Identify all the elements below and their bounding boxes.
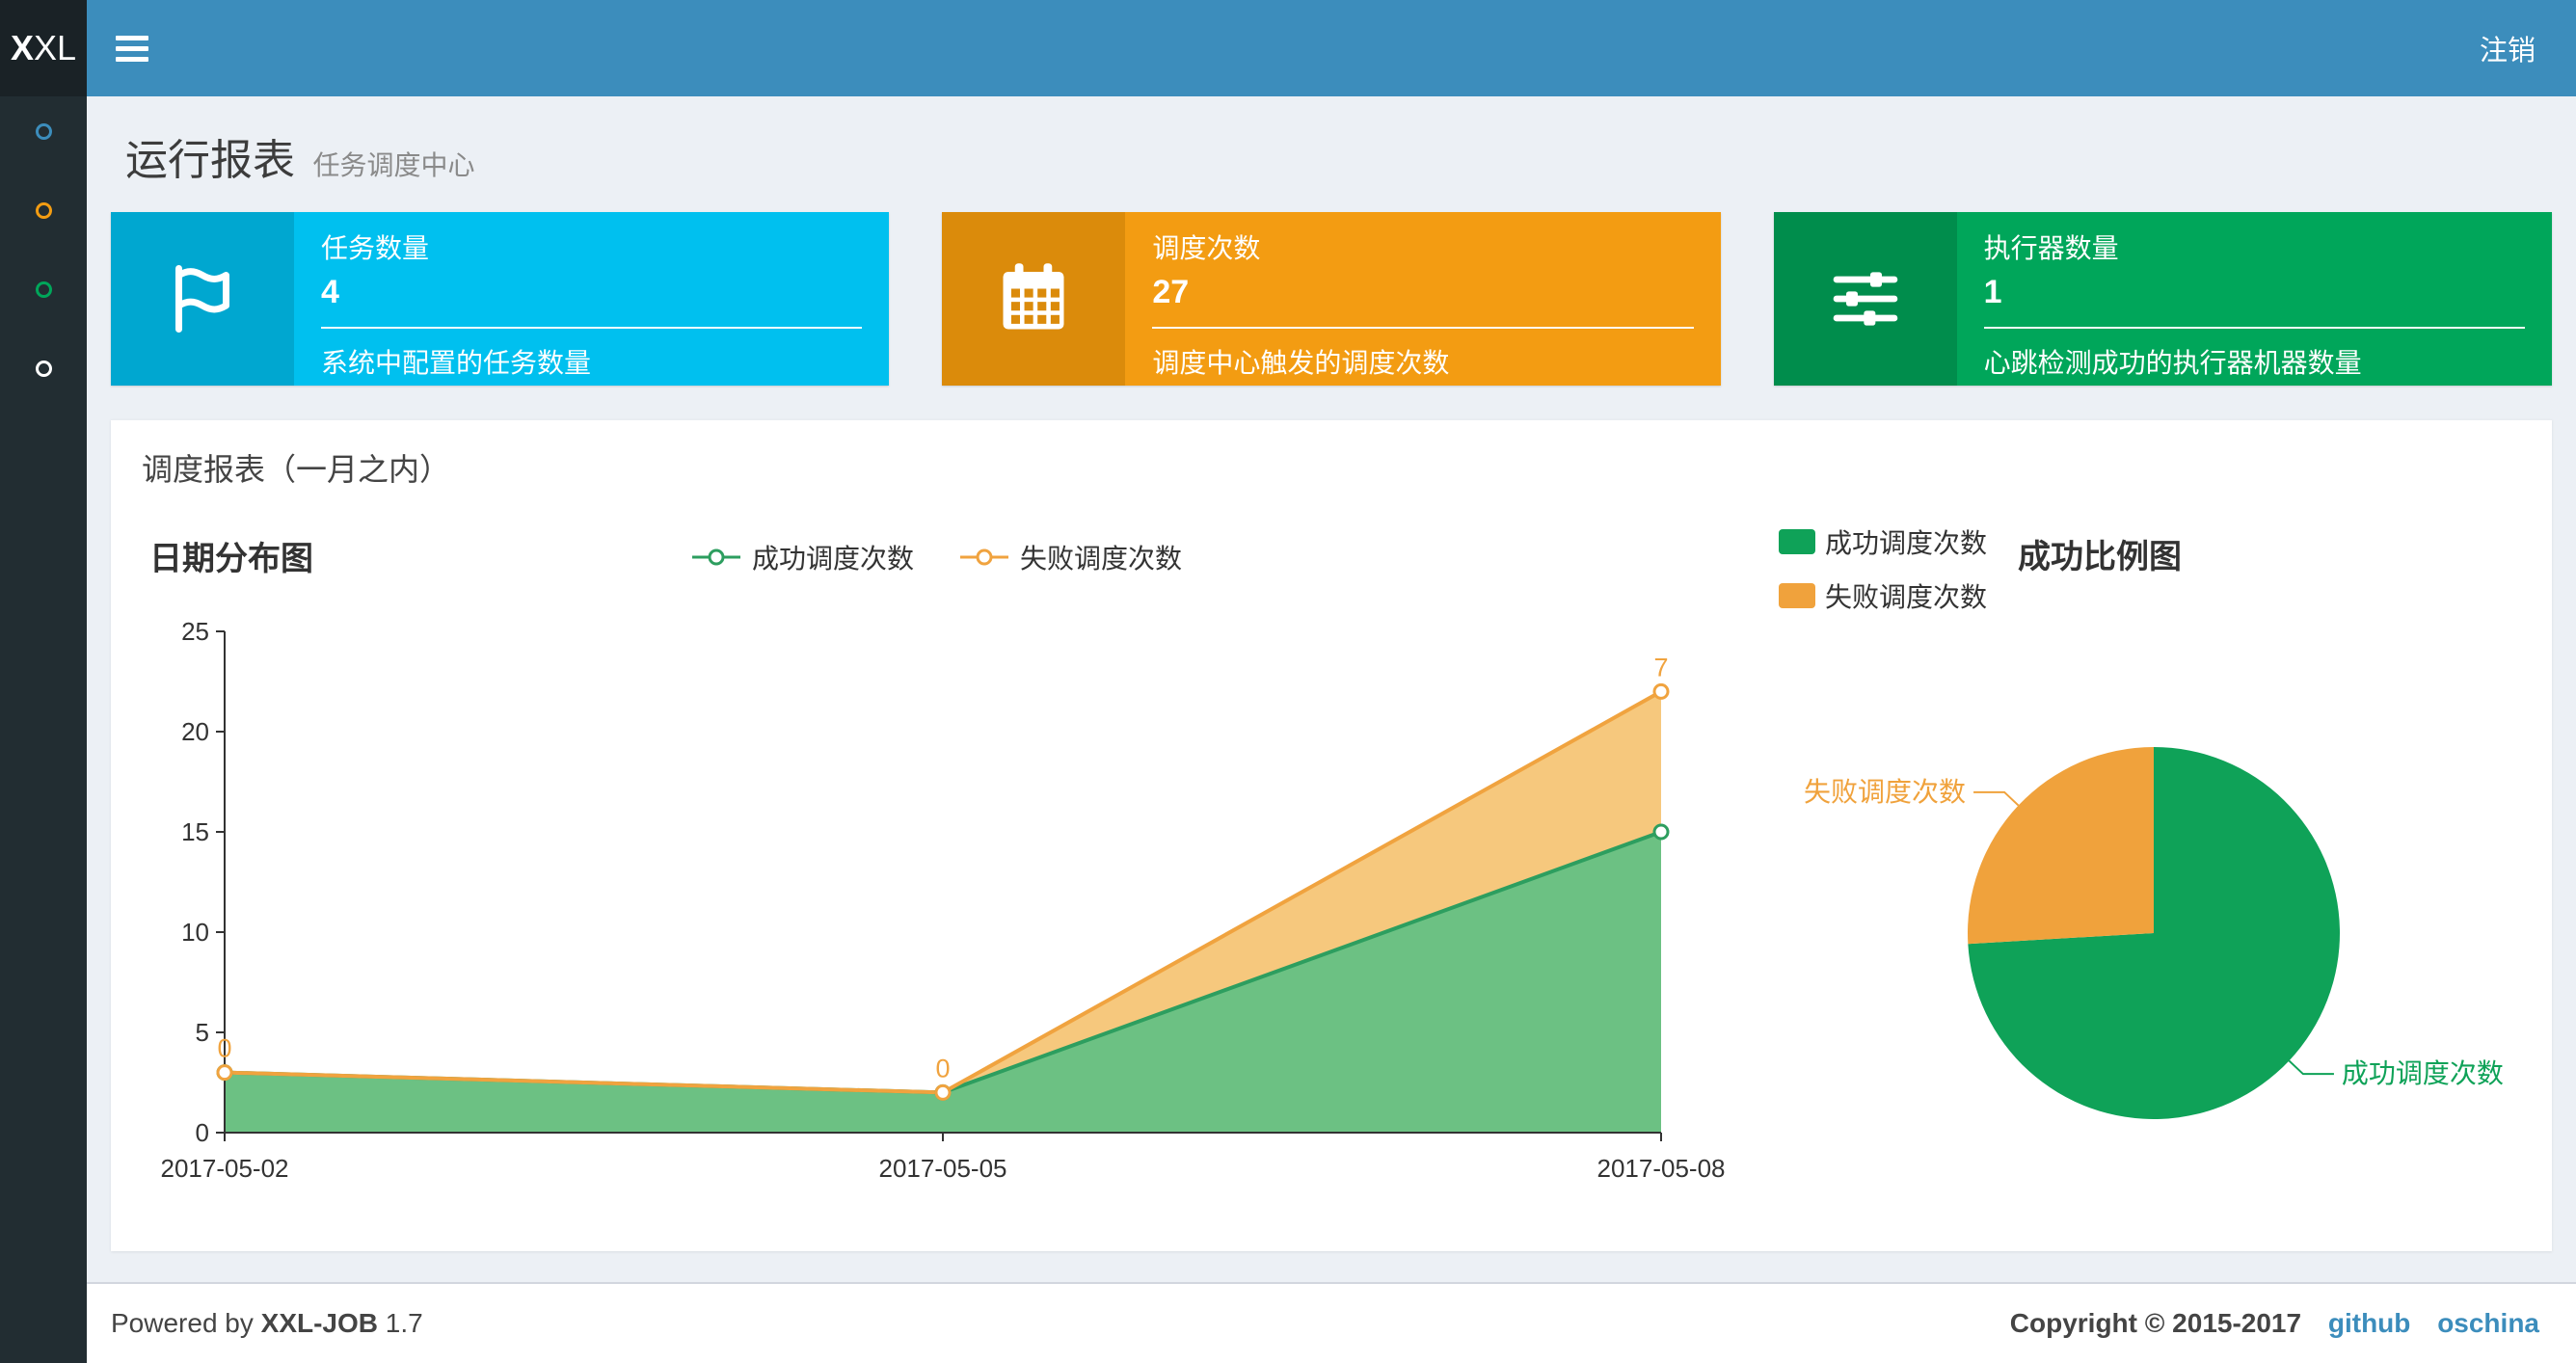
- line-chart-legend: 成功调度次数 失败调度次数: [111, 509, 1761, 576]
- point-label: 0: [217, 1034, 231, 1063]
- info-box-description: 系统中配置的任务数量: [321, 348, 592, 378]
- page-header: 运行报表 任务调度中心: [111, 96, 2552, 212]
- page-title: 运行报表: [125, 137, 295, 184]
- info-box-description: 调度中心触发的调度次数: [1152, 348, 1450, 378]
- info-box-title: 任务数量: [321, 233, 430, 263]
- pie-label-line: [2288, 1059, 2334, 1076]
- success-ratio-section: 成功调度次数 失败调度次数 成功比例图 成功调度次数 失败调度次数: [1761, 509, 2552, 1222]
- info-box-icon-area: [111, 212, 294, 386]
- pie-chart-legend: 成功调度次数 失败调度次数: [1779, 522, 1987, 615]
- x-axis-label: 2017-05-02: [161, 1154, 289, 1183]
- sidebar-menu-item-4[interactable]: [35, 361, 52, 377]
- y-axis-label: 25: [181, 617, 209, 646]
- hamburger-icon: [116, 35, 148, 40]
- pie-slice-1: [1968, 747, 2154, 945]
- date-distribution-section: 日期分布图 成功调度次数 失败调度次数 0 5 10 15 20 25 2017-05-02 2…: [111, 509, 1761, 1222]
- pie-chart-title: 成功比例图: [2018, 539, 2182, 575]
- legend-item[interactable]: 成功调度次数: [1779, 522, 1987, 561]
- line-legend-icon: [691, 548, 740, 566]
- point-label: 0: [935, 1054, 950, 1082]
- point-label: 7: [1653, 653, 1668, 682]
- line-chart-title: 日期分布图: [149, 541, 313, 577]
- y-axis-label: 10: [181, 918, 209, 947]
- pie-label-line: [1973, 790, 2020, 807]
- legend-swatch: [1779, 583, 1815, 608]
- sidebar-menu-item-2[interactable]: [35, 202, 52, 219]
- info-box-icon-area: [1773, 212, 1957, 386]
- sidebar-toggle-button[interactable]: [116, 35, 148, 62]
- app-logo-bold: X: [10, 28, 34, 67]
- legend-label: 失败调度次数: [1020, 544, 1183, 574]
- data-point-marker: [934, 1083, 952, 1101]
- y-axis-label: 15: [181, 817, 209, 846]
- legend-item[interactable]: 失败调度次数: [1779, 576, 1987, 615]
- product-name: XXL-JOB: [260, 1308, 379, 1338]
- info-box-description: 心跳检测成功的执行器机器数量: [1983, 348, 2362, 378]
- legend-item[interactable]: 失败调度次数: [958, 538, 1182, 576]
- info-box-value: 27: [1152, 274, 1190, 310]
- github-link[interactable]: github: [2328, 1308, 2411, 1338]
- info-box-icon-area: [942, 212, 1126, 386]
- sidebar: [0, 96, 87, 1363]
- powered-by: Powered by XXL-JOB 1.7: [111, 1308, 423, 1338]
- sidebar-menu-item-1[interactable]: [35, 123, 52, 140]
- main-content: 运行报表 任务调度中心 任务数量 4 系统中配置的任务数量 调度次数 27 调度…: [87, 96, 2576, 1251]
- info-box-triggers: 调度次数 27 调度中心触发的调度次数: [942, 212, 1721, 386]
- legend-item[interactable]: 成功调度次数: [690, 538, 914, 576]
- page-subtitle: 任务调度中心: [312, 150, 475, 180]
- app-logo[interactable]: X XL: [0, 0, 87, 96]
- legend-label: 失败调度次数: [1825, 582, 1988, 612]
- copyright-text: Copyright © 2015-2017: [2009, 1308, 2302, 1338]
- info-box-executors: 执行器数量 1 心跳检测成功的执行器机器数量: [1773, 212, 2552, 386]
- y-axis-label: 20: [181, 717, 209, 746]
- legend-label: 成功调度次数: [751, 544, 914, 574]
- pie-slice-label: 失败调度次数: [1804, 777, 1966, 807]
- page-footer: Powered by XXL-JOB 1.7 Copyright © 2015-…: [87, 1282, 2576, 1363]
- x-axis-label: 2017-05-05: [879, 1154, 1007, 1183]
- info-box-title: 调度次数: [1152, 233, 1261, 263]
- info-boxes-row: 任务数量 4 系统中配置的任务数量 调度次数 27 调度中心触发的调度次数 执行…: [111, 212, 2552, 386]
- product-version: 1.7: [385, 1308, 423, 1338]
- info-box-jobs: 任务数量 4 系统中配置的任务数量: [111, 212, 890, 386]
- data-point-marker: [1652, 682, 1670, 700]
- info-box-value: 1: [1983, 274, 2002, 310]
- top-navbar: X XL 注销: [0, 0, 2576, 96]
- x-axis-label: 2017-05-08: [1597, 1154, 1726, 1183]
- calendar-icon: [1003, 263, 1064, 330]
- app-logo-rest: XL: [33, 28, 77, 67]
- report-panel-title: 调度报表（一月之内）: [142, 452, 451, 487]
- sliders-icon: [1833, 272, 1897, 326]
- sidebar-menu-item-3[interactable]: [35, 281, 52, 298]
- pie-slice-label: 成功调度次数: [2342, 1058, 2504, 1088]
- report-panel: 调度报表（一月之内） 日期分布图 成功调度次数 失败调度次数 0 5 10 15 20 25…: [111, 419, 2552, 1251]
- info-box-title: 执行器数量: [1983, 233, 2119, 263]
- y-axis-label: 5: [196, 1018, 209, 1047]
- info-box-value: 4: [321, 274, 339, 310]
- oschina-link[interactable]: oschina: [2437, 1308, 2539, 1338]
- legend-swatch: [1779, 529, 1815, 554]
- y-axis-label: 0: [196, 1118, 209, 1147]
- line-legend-icon: [960, 548, 1008, 566]
- logout-link[interactable]: 注销: [2480, 28, 2536, 68]
- data-point-marker: [216, 1064, 233, 1082]
- date-distribution-chart: 05101520252017-05-02 2017-05-05 2017-05-08…: [161, 617, 1726, 1183]
- legend-label: 成功调度次数: [1825, 528, 1988, 558]
- data-point-marker: [1652, 823, 1670, 841]
- flag-icon: [175, 265, 229, 333]
